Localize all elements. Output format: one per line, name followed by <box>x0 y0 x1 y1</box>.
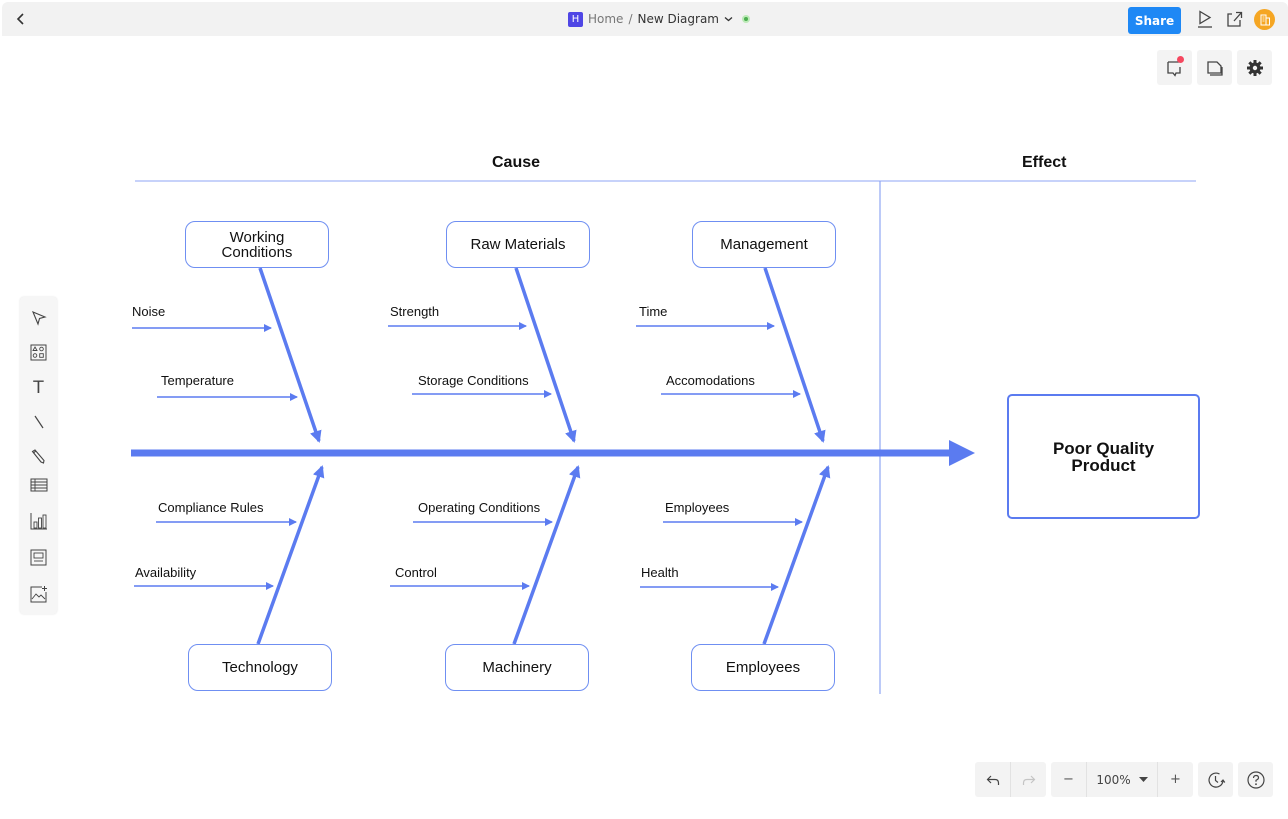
main-bone <box>256 465 325 645</box>
category-raw-materials[interactable]: Raw Materials <box>446 221 590 268</box>
category-management[interactable]: Management <box>692 221 836 268</box>
main-bone <box>512 465 581 645</box>
factor-label[interactable]: Availability <box>135 565 196 580</box>
factor-label[interactable]: Employees <box>665 500 729 515</box>
main-bone <box>762 465 831 645</box>
factor-label[interactable]: Control <box>395 565 437 580</box>
spine-arrowhead <box>949 440 975 466</box>
category-technology[interactable]: Technology <box>188 644 332 691</box>
main-bone <box>763 267 826 443</box>
undo-icon <box>986 775 999 785</box>
redo-button[interactable] <box>1011 762 1046 797</box>
cause-header: Cause <box>492 154 541 171</box>
factor-label[interactable]: Noise <box>132 304 165 319</box>
factor-label[interactable]: Temperature <box>161 373 234 388</box>
caret-down-icon <box>1138 777 1148 782</box>
redo-icon <box>1022 775 1035 785</box>
undo-button[interactable] <box>975 762 1010 797</box>
history-controls <box>975 762 1046 797</box>
zoom-in-button[interactable]: + <box>1158 762 1193 797</box>
help-button[interactable] <box>1238 762 1273 797</box>
factor-label[interactable]: Storage Conditions <box>418 373 529 388</box>
category-machinery[interactable]: Machinery <box>445 644 589 691</box>
factor-label[interactable]: Accomodations <box>666 373 755 388</box>
main-bone <box>258 267 322 443</box>
zoom-controls: − 100% + <box>1051 762 1193 797</box>
factor-label[interactable]: Health <box>641 565 679 580</box>
factor-label[interactable]: Compliance Rules <box>158 500 264 515</box>
zoom-level: 100% <box>1096 772 1131 787</box>
factor-label[interactable]: Operating Conditions <box>418 500 540 515</box>
zoom-out-button[interactable]: − <box>1051 762 1086 797</box>
category-working-conditions[interactable]: Working Conditions <box>185 221 329 268</box>
zoom-level-dropdown[interactable]: 100% <box>1087 762 1157 797</box>
effect-box[interactable]: Poor Quality Product <box>1007 394 1200 519</box>
factor-label[interactable]: Strength <box>390 304 439 319</box>
effect-header: Effect <box>1022 154 1067 171</box>
history-button[interactable] <box>1198 762 1233 797</box>
help-icon <box>1246 770 1265 789</box>
history-icon <box>1207 772 1225 788</box>
main-bone <box>514 267 577 443</box>
factor-label[interactable]: Time <box>639 304 667 319</box>
category-employees[interactable]: Employees <box>691 644 835 691</box>
